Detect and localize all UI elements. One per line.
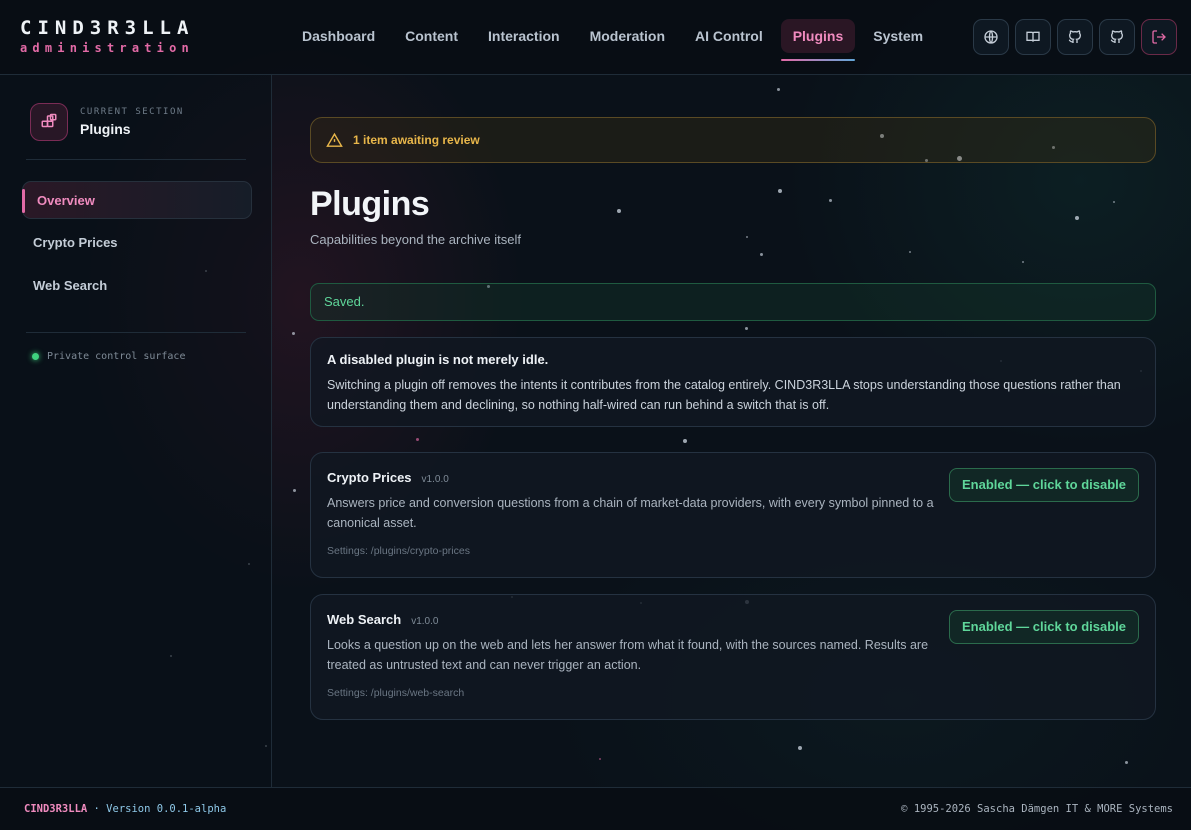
footer: CIND3R3LLA · Version 0.0.1-alpha © 1995-… bbox=[0, 787, 1191, 830]
sidebar-divider bbox=[26, 332, 246, 333]
nav-tab-plugins[interactable]: Plugins bbox=[780, 19, 856, 61]
star-dot bbox=[292, 332, 295, 335]
review-alert-text: 1 item awaiting review bbox=[353, 133, 480, 147]
plugin-description: Looks a question up on the web and lets … bbox=[327, 638, 929, 672]
status-dot bbox=[32, 353, 39, 360]
github-button-1[interactable] bbox=[1057, 19, 1093, 55]
top-header: CIND3R3LLA administration Dashboard Cont… bbox=[0, 0, 1191, 75]
nav-tab-system[interactable]: System bbox=[861, 19, 935, 53]
github-button-2[interactable] bbox=[1099, 19, 1135, 55]
nav-tab-dashboard[interactable]: Dashboard bbox=[290, 19, 387, 53]
globe-icon bbox=[984, 30, 998, 44]
plugin-name: Crypto Prices bbox=[327, 470, 412, 485]
brand-logo[interactable]: CIND3R3LLA administration bbox=[20, 17, 194, 55]
plugin-card-web-search: Web Search v1.0.0 Looks a question up on… bbox=[310, 594, 1156, 720]
sidebar-item-crypto-prices[interactable]: Crypto Prices bbox=[22, 224, 252, 262]
plugin-toggle-button[interactable]: Enabled — click to disable bbox=[949, 468, 1139, 502]
github-icon bbox=[1068, 30, 1082, 43]
page-title: Plugins bbox=[310, 185, 430, 223]
nav-tab-ai-control[interactable]: AI Control bbox=[683, 19, 775, 53]
logout-button[interactable] bbox=[1141, 19, 1177, 55]
github-icon bbox=[1110, 30, 1124, 43]
footer-version-text: · Version 0.0.1-alpha bbox=[87, 803, 227, 815]
main-content: 1 item awaiting review Plugins Capabilit… bbox=[310, 117, 1156, 720]
plugin-version: v1.0.0 bbox=[411, 616, 439, 627]
star-dot bbox=[293, 489, 296, 492]
logout-icon bbox=[1152, 30, 1166, 44]
notice-body: Switching a plugin off removes the inten… bbox=[327, 378, 1121, 412]
brand-subtitle: administration bbox=[20, 41, 194, 55]
section-name: Plugins bbox=[80, 121, 131, 137]
docs-button[interactable] bbox=[1015, 19, 1051, 55]
plugin-name: Web Search bbox=[327, 612, 402, 627]
private-status: Private control surface bbox=[32, 351, 185, 362]
current-section-card: CURRENT SECTION Plugins bbox=[30, 103, 184, 141]
plugins-icon bbox=[30, 103, 68, 141]
footer-brand: CIND3R3LLA bbox=[24, 803, 88, 815]
nav-tab-content[interactable]: Content bbox=[393, 19, 470, 53]
star-dot bbox=[1125, 761, 1128, 764]
plugin-toggle-button[interactable]: Enabled — click to disable bbox=[949, 610, 1139, 644]
sidebar-item-web-search[interactable]: Web Search bbox=[22, 267, 252, 305]
star-dot bbox=[777, 88, 780, 91]
warning-icon bbox=[326, 132, 343, 147]
nav-tab-interaction[interactable]: Interaction bbox=[476, 19, 572, 53]
header-toolbar bbox=[973, 19, 1177, 55]
plugin-version: v1.0.0 bbox=[421, 474, 449, 485]
main-nav: Dashboard Content Interaction Moderation… bbox=[290, 19, 935, 61]
app-root: CIND3R3LLA administration Dashboard Cont… bbox=[0, 0, 1191, 830]
star-dot bbox=[798, 746, 802, 750]
saved-message: Saved. bbox=[310, 283, 1156, 321]
star-dot bbox=[599, 758, 601, 760]
notice-title: A disabled plugin is not merely idle. bbox=[327, 352, 549, 367]
plugin-description: Answers price and conversion questions f… bbox=[327, 496, 934, 530]
plugin-card-crypto-prices: Crypto Prices v1.0.0 Answers price and c… bbox=[310, 452, 1156, 578]
plugin-settings-path: Settings: /plugins/crypto-prices bbox=[327, 545, 470, 557]
footer-copyright: © 1995-2026 Sascha Dämgen IT & MORE Syst… bbox=[901, 803, 1173, 815]
info-notice: A disabled plugin is not merely idle. Sw… bbox=[310, 337, 1156, 427]
book-icon bbox=[1026, 31, 1040, 42]
nav-tab-moderation[interactable]: Moderation bbox=[578, 19, 677, 53]
brand-title: CIND3R3LLA bbox=[20, 17, 195, 39]
language-button[interactable] bbox=[973, 19, 1009, 55]
review-alert[interactable]: 1 item awaiting review bbox=[310, 117, 1156, 163]
private-status-text: Private control surface bbox=[47, 351, 186, 362]
footer-version: CIND3R3LLA · Version 0.0.1-alpha bbox=[24, 803, 226, 815]
sidebar: CURRENT SECTION Plugins Overview Crypto … bbox=[0, 75, 272, 787]
section-kicker: CURRENT SECTION bbox=[80, 107, 184, 117]
plugin-settings-path: Settings: /plugins/web-search bbox=[327, 687, 465, 699]
sidebar-divider bbox=[26, 159, 246, 160]
sidebar-item-overview[interactable]: Overview bbox=[22, 181, 252, 219]
page-subtitle: Capabilities beyond the archive itself bbox=[310, 232, 522, 247]
